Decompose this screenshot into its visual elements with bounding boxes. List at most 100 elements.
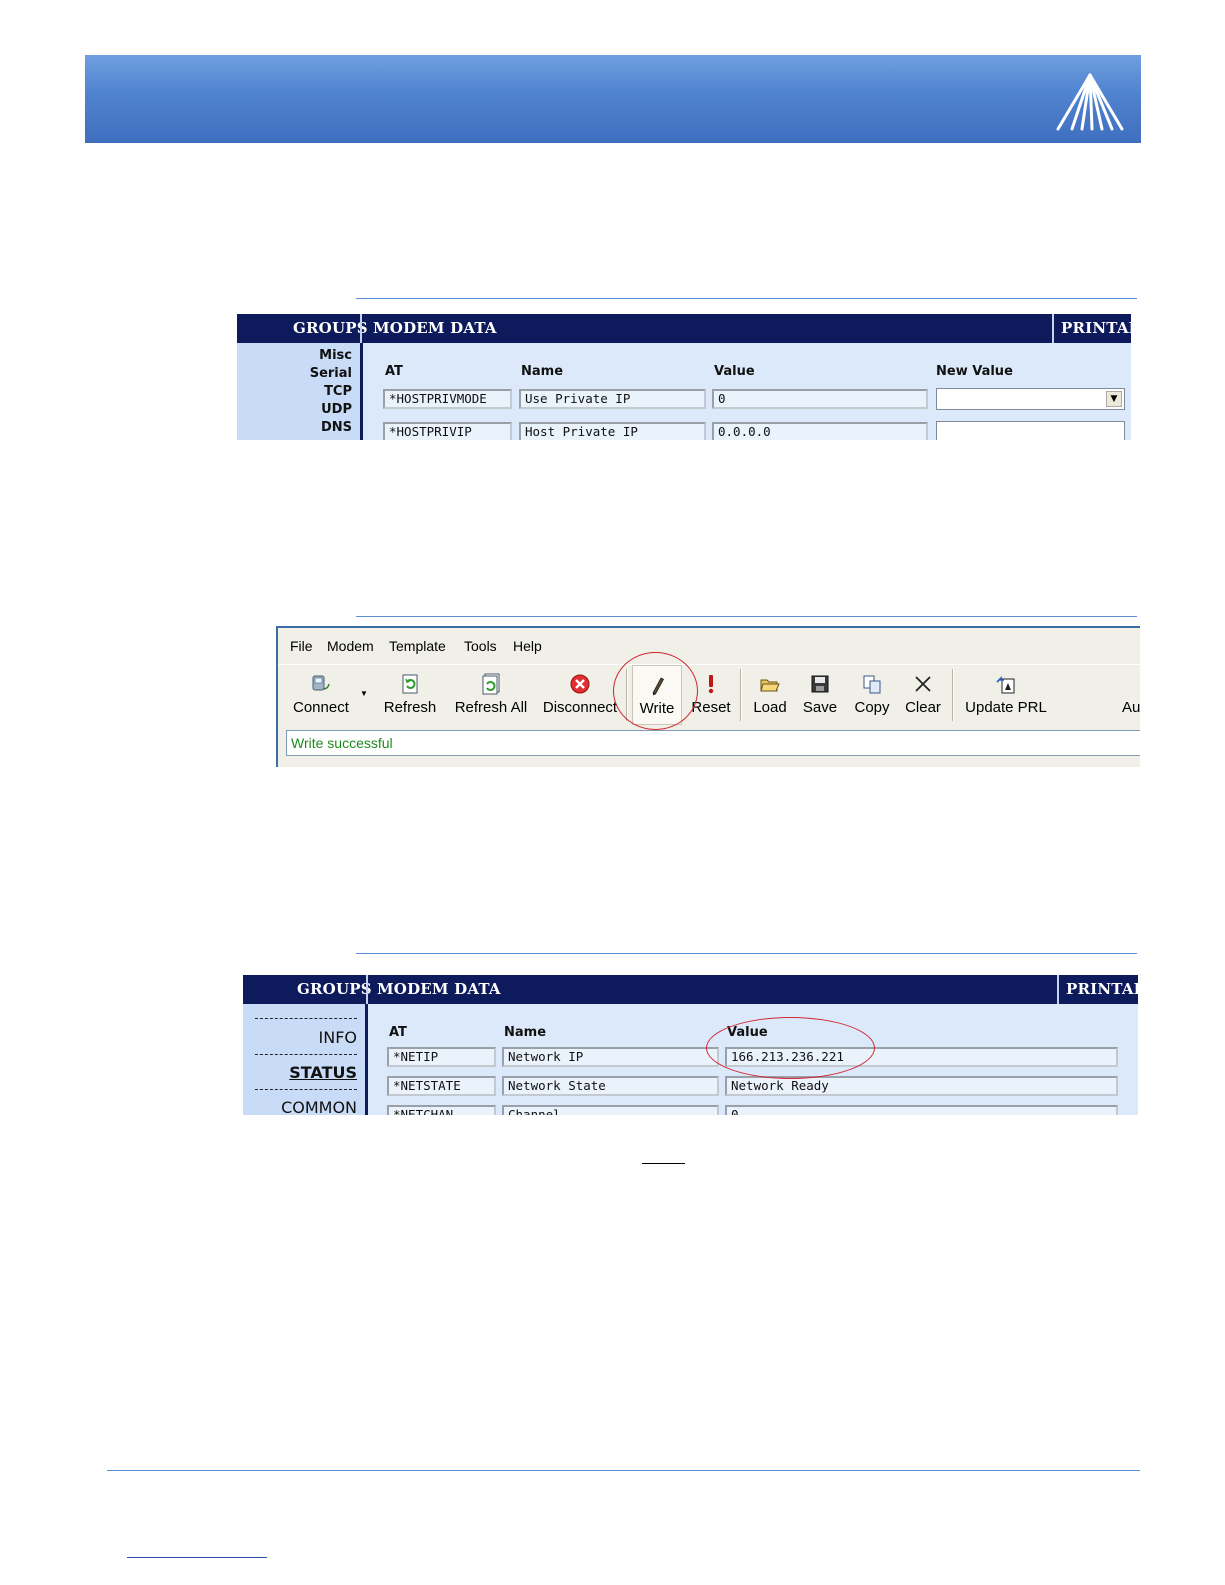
row-name: Network State: [502, 1076, 719, 1096]
row-value: Network Ready: [725, 1076, 1118, 1096]
copy-button[interactable]: Copy: [846, 665, 898, 725]
row-at: *NETSTATE: [387, 1076, 496, 1096]
new-value-input[interactable]: [936, 421, 1125, 440]
refresh-all-icon: [482, 673, 500, 695]
row-name: Use Private IP: [519, 389, 706, 409]
panel-title-bar: GROUPS MODEM DATA PRINTABI: [237, 314, 1131, 343]
toolbar-buttons: Connect ▼ Refresh Refresh All Disconnect…: [278, 664, 1140, 727]
highlight-circle-network-ip: [706, 1017, 875, 1079]
modem-data-panel-2: GROUPS MODEM DATA PRINTABI INFO STATUS C…: [243, 975, 1138, 1115]
update-prl-button[interactable]: Update PRL: [958, 665, 1054, 725]
row-value: 0: [712, 389, 928, 409]
toolbar-separator: [740, 669, 742, 721]
cut-off-label: Au: [1122, 699, 1140, 716]
save-button[interactable]: Save: [796, 665, 844, 725]
connect-button[interactable]: Connect: [286, 665, 356, 725]
header-value: Value: [714, 364, 755, 379]
menu-tools[interactable]: Tools: [464, 638, 497, 654]
figure-rule: [356, 616, 1137, 617]
header-name: Name: [521, 364, 564, 379]
dashed-divider: [255, 1089, 357, 1090]
disconnect-button[interactable]: Disconnect: [540, 665, 620, 725]
folder-open-icon: [760, 679, 780, 692]
refresh-all-label: Refresh All: [454, 699, 528, 716]
printable-label: PRINTABI: [1066, 980, 1138, 998]
row-name: Channel: [502, 1105, 719, 1115]
row-at: *NETIP: [387, 1047, 496, 1067]
chevron-down-icon[interactable]: ▼: [1106, 391, 1122, 407]
floppy-disk-icon: [811, 675, 829, 693]
header-at: AT: [389, 1025, 407, 1040]
group-misc[interactable]: Misc: [319, 348, 352, 363]
row-at: *HOSTPRIVMODE: [383, 389, 512, 409]
connect-label: Connect: [293, 699, 349, 716]
menu-modem[interactable]: Modem: [327, 638, 374, 654]
group-dns[interactable]: DNS: [321, 420, 352, 435]
modem-data-table: AT Name Value New Value *HOSTPRIVMODE Us…: [363, 343, 1131, 440]
copy-icon: [863, 675, 881, 694]
group-tcp[interactable]: TCP: [324, 384, 352, 399]
figure-rule: [356, 298, 1137, 299]
modem-data-label: MODEM DATA: [373, 319, 497, 337]
group-common[interactable]: COMMON: [281, 1098, 357, 1115]
status-message: Write successful: [286, 730, 1140, 756]
printable-label: PRINTABI: [1061, 319, 1131, 337]
refresh-icon: [402, 674, 418, 694]
group-serial[interactable]: Serial: [310, 366, 352, 381]
refresh-label: Refresh: [383, 699, 437, 716]
group-info[interactable]: INFO: [319, 1028, 357, 1047]
load-button[interactable]: Load: [746, 665, 794, 725]
disconnect-icon: [570, 674, 590, 694]
header-new-value: New Value: [936, 364, 1013, 379]
company-logo-icon: [1056, 73, 1124, 131]
row-name: Host Private IP: [519, 422, 706, 440]
row-at: *NETCHAN: [387, 1105, 496, 1115]
connect-icon: [312, 675, 330, 691]
bar-separator: [1052, 314, 1054, 343]
groups-label: GROUPS: [297, 980, 372, 998]
panel-title-bar: GROUPS MODEM DATA PRINTABI: [243, 975, 1138, 1004]
modem-data-label: MODEM DATA: [377, 980, 501, 998]
row-value: 0: [725, 1105, 1118, 1115]
exclamation-icon: [708, 675, 714, 694]
bar-separator: [1057, 975, 1059, 1004]
highlight-circle-write: [613, 652, 698, 730]
close-icon: [915, 676, 931, 692]
groups-label: GROUPS: [293, 319, 368, 337]
row-value: 0.0.0.0: [712, 422, 928, 440]
footer-link-underline: [127, 1557, 267, 1558]
group-status[interactable]: STATUS: [289, 1063, 357, 1082]
groups-sidebar: INFO STATUS COMMON: [243, 1004, 368, 1115]
header-at: AT: [385, 364, 403, 379]
header-name: Name: [504, 1025, 547, 1040]
row-name: Network IP: [502, 1047, 719, 1067]
refresh-button[interactable]: Refresh: [378, 665, 442, 725]
update-prl-label: Update PRL: [965, 699, 1047, 716]
menu-file[interactable]: File: [290, 638, 313, 654]
dashed-divider: [255, 1018, 357, 1019]
bar-separator: [366, 975, 368, 1004]
connect-dropdown-icon[interactable]: ▼: [360, 689, 368, 698]
menu-bar: File Modem Template Tools Help: [278, 628, 1140, 662]
copy-label: Copy: [854, 699, 890, 716]
group-udp[interactable]: UDP: [321, 402, 352, 417]
save-label: Save: [802, 699, 838, 716]
update-prl-icon: [996, 676, 1015, 694]
clear-label: Clear: [905, 699, 941, 716]
menu-template[interactable]: Template: [389, 638, 446, 654]
text-underline: [642, 1163, 685, 1164]
load-label: Load: [753, 699, 787, 716]
modem-data-panel-1: GROUPS MODEM DATA PRINTABI Misc Serial T…: [237, 314, 1131, 440]
clear-button[interactable]: Clear: [898, 665, 948, 725]
dashed-divider: [255, 1054, 357, 1055]
menu-help[interactable]: Help: [513, 638, 542, 654]
groups-sidebar: Misc Serial TCP UDP DNS: [237, 343, 363, 440]
bar-separator: [360, 314, 362, 343]
new-value-dropdown[interactable]: ▼: [936, 388, 1125, 410]
refresh-all-button[interactable]: Refresh All: [450, 665, 532, 725]
footer-rule: [107, 1470, 1140, 1471]
row-at: *HOSTPRIVIP: [383, 422, 512, 440]
toolbar-separator: [952, 669, 954, 721]
disconnect-label: Disconnect: [542, 699, 618, 716]
page-header-banner: [85, 55, 1141, 143]
